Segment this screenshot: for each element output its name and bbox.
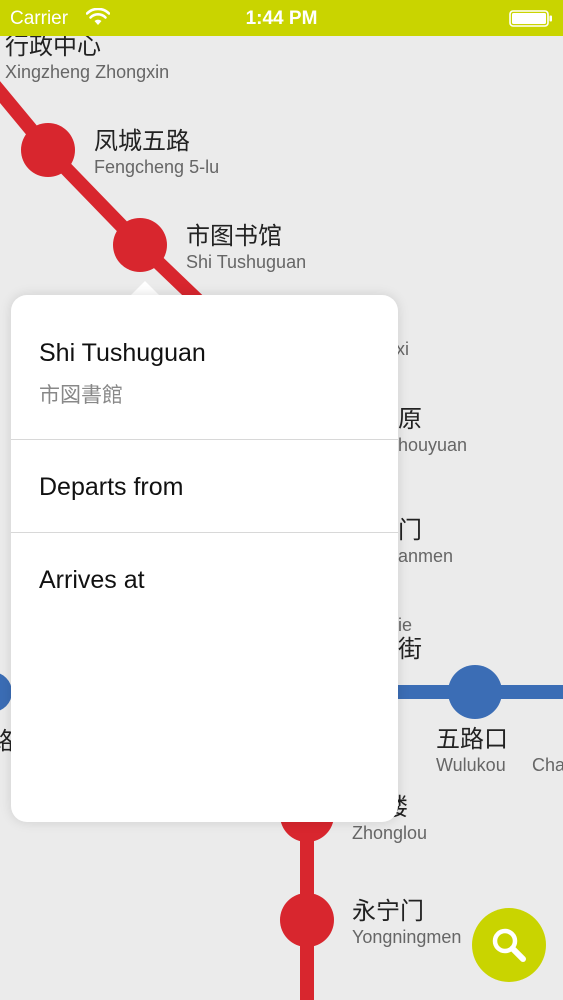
station-name-zh: 五路口 bbox=[436, 726, 508, 753]
station-label-partial-zhouyuan[interactable]: 原 houyuan bbox=[398, 406, 467, 456]
search-button[interactable] bbox=[472, 908, 546, 982]
station-name-en: Wulukou bbox=[436, 755, 506, 775]
popover-arrow bbox=[130, 281, 160, 296]
popover-title: Shi Tushuguan bbox=[39, 339, 206, 367]
station-name-en: Cha bbox=[532, 755, 563, 775]
departs-from-option[interactable]: Departs from bbox=[11, 440, 398, 533]
station-name-en: Zhonglou bbox=[352, 823, 428, 843]
station-dot-shi-tushuguan[interactable] bbox=[113, 218, 167, 272]
arrives-at-label: Arrives at bbox=[39, 566, 145, 594]
station-name-zh: 街 bbox=[398, 636, 422, 663]
popover-header: Shi Tushuguan 市図書館 bbox=[11, 295, 398, 440]
popover-subtitle: 市図書館 bbox=[39, 384, 123, 407]
departs-from-label: Departs from bbox=[39, 473, 184, 501]
station-label-wulukou[interactable]: 五路口 Wulukou bbox=[436, 726, 508, 776]
station-name-zh: 市图书馆 bbox=[186, 223, 282, 250]
station-name-zh: 门 bbox=[398, 517, 422, 544]
battery-icon bbox=[509, 10, 552, 27]
station-name-en: houyuan bbox=[398, 435, 468, 455]
arrives-at-option[interactable]: Arrives at bbox=[11, 533, 398, 625]
station-name-en: anmen bbox=[398, 546, 454, 566]
station-label-partial-cha[interactable]: Cha bbox=[532, 754, 563, 776]
station-label-partial-jie[interactable]: ie 街 bbox=[398, 614, 422, 664]
station-name-en: Fengcheng 5-lu bbox=[94, 157, 220, 177]
station-name-en: ie bbox=[398, 615, 413, 635]
station-popover: Shi Tushuguan 市図書館 Departs from Arrives … bbox=[11, 295, 398, 822]
station-name-en: Xingzheng Zhongxin bbox=[5, 62, 170, 82]
search-icon bbox=[492, 928, 526, 962]
status-time: 1:44 PM bbox=[245, 8, 318, 29]
station-dot-fengcheng[interactable] bbox=[21, 123, 75, 177]
station-label-yongningmen[interactable]: 永宁门 Yongningmen bbox=[352, 898, 461, 948]
station-label-fengcheng-5lu[interactable]: 凤城五路 Fengcheng 5-lu bbox=[94, 128, 219, 178]
station-label-xingzheng-zhongxin[interactable]: 行政中心 Xingzheng Zhongxin bbox=[5, 33, 169, 83]
station-dot-yongningmen[interactable] bbox=[280, 893, 334, 947]
station-name-zh: 原 bbox=[398, 406, 422, 433]
station-label-partial-anmen[interactable]: 门 anmen bbox=[398, 517, 453, 567]
station-name-en: Yongningmen bbox=[352, 927, 462, 947]
status-bar: Carrier 1:44 PM bbox=[0, 0, 563, 36]
station-label-shi-tushuguan[interactable]: 市图书馆 Shi Tushuguan bbox=[186, 223, 306, 273]
station-name-zh: 行政中心 bbox=[5, 33, 101, 60]
station-name-zh: 永宁门 bbox=[352, 898, 424, 925]
station-name-en: Shi Tushuguan bbox=[186, 252, 307, 272]
station-dot-wulukou[interactable] bbox=[448, 665, 502, 719]
app-screen: 行政中心 Xingzheng Zhongxin 凤城五路 Fengcheng 5… bbox=[0, 0, 563, 1000]
station-name-zh: 凤城五路 bbox=[94, 128, 190, 155]
